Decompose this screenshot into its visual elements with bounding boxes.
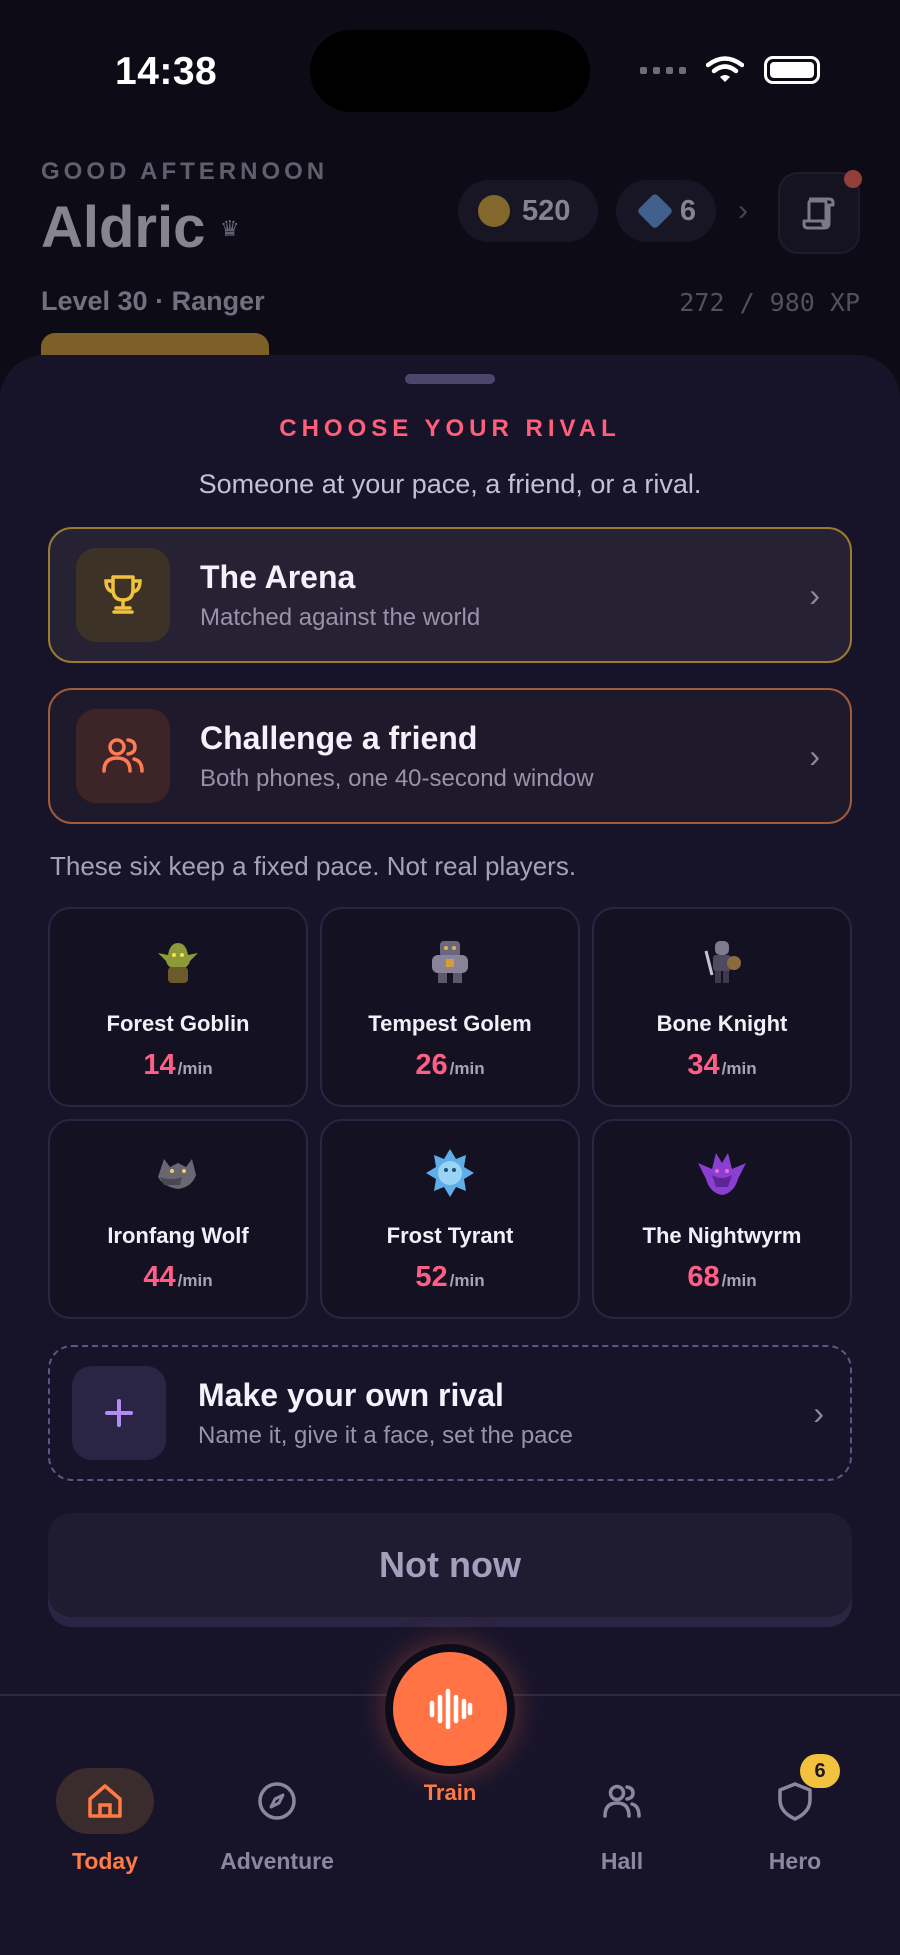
home-header: GOOD AFTERNOON Aldric ♛ Level 30 · Range… xyxy=(0,150,900,373)
rival-card-tempest-golem[interactable]: Tempest Golem 26/min xyxy=(320,907,580,1107)
rival-pace: 44/min xyxy=(143,1261,212,1294)
rival-pace: 14/min xyxy=(143,1049,212,1082)
rival-name: The Nightwyrm xyxy=(642,1223,802,1248)
train-button[interactable] xyxy=(385,1644,515,1774)
tab-label: Train xyxy=(423,1780,477,1805)
rival-pace: 52/min xyxy=(415,1261,484,1294)
xp-text: 272 / 980 XP xyxy=(679,288,860,317)
coin-balance[interactable]: 520 xyxy=(458,180,598,242)
pace-unit: /min xyxy=(177,1059,213,1078)
rival-pace: 34/min xyxy=(687,1049,756,1082)
hero-badge: 6 xyxy=(800,1754,840,1788)
rival-name: Frost Tyrant xyxy=(386,1223,514,1248)
custom-rival-title: Make your own rival xyxy=(198,1376,504,1413)
rival-pace: 26/min xyxy=(415,1049,484,1082)
rival-card-ironfang-wolf[interactable]: Ironfang Wolf 44/min xyxy=(48,1119,308,1319)
rival-name: Ironfang Wolf xyxy=(107,1223,249,1248)
tab-label: Hall xyxy=(600,1848,644,1874)
arena-option[interactable]: The Arena Matched against the world › xyxy=(48,527,852,663)
preset-rivals-grid: Forest Goblin 14/min Tempest Golem 26/mi… xyxy=(48,907,854,1319)
pace-unit: /min xyxy=(721,1271,757,1290)
pace-value: 34 xyxy=(687,1049,720,1081)
battery-icon xyxy=(764,56,820,84)
preset-rivals-note: These six keep a fixed pace. Not real pl… xyxy=(50,851,577,881)
tab-label: Adventure xyxy=(220,1848,334,1874)
rival-card-frost-tyrant[interactable]: Frost Tyrant 52/min xyxy=(320,1119,580,1319)
sheet-subtitle: Someone at your pace, a friend, or a riv… xyxy=(198,469,702,499)
waveform-icon xyxy=(429,1688,473,1730)
rival-name: Tempest Golem xyxy=(368,1011,532,1036)
quest-scroll-button[interactable] xyxy=(778,170,862,254)
rival-name: Forest Goblin xyxy=(106,1011,250,1036)
arena-subtitle: Matched against the world xyxy=(200,603,481,631)
trophy-icon xyxy=(76,548,170,642)
crown-icon: ♛ xyxy=(220,216,240,241)
pace-unit: /min xyxy=(721,1059,757,1078)
pace-value: 26 xyxy=(415,1049,448,1081)
status-icons xyxy=(640,56,820,84)
rival-picker-sheet: CHOOSE YOUR RIVAL Someone at your pace, … xyxy=(0,355,900,1695)
challenge-friend-option[interactable]: Challenge a friend Both phones, one 40-s… xyxy=(48,688,852,824)
greeting-text: GOOD AFTERNOON xyxy=(41,158,329,185)
tab-adventure[interactable]: Adventure xyxy=(192,1768,362,1875)
coin-icon xyxy=(478,195,510,227)
coin-count: 520 xyxy=(522,194,571,227)
tab-hero[interactable]: 6 Hero xyxy=(710,1754,880,1875)
tab-train[interactable]: Train xyxy=(383,1644,517,1806)
gem-icon xyxy=(636,192,674,230)
chevron-right-icon: › xyxy=(809,737,820,774)
friend-title: Challenge a friend xyxy=(200,719,478,756)
gem-count: 6 xyxy=(679,194,696,227)
goblin-avatar xyxy=(148,931,208,991)
knight-avatar xyxy=(692,931,752,991)
tab-label: Hero xyxy=(768,1848,822,1874)
rival-card-the-nightwyrm[interactable]: The Nightwyrm 68/min xyxy=(592,1119,852,1319)
nightwyrm-avatar xyxy=(692,1143,752,1203)
friends-icon xyxy=(76,709,170,803)
chevron-right-icon[interactable]: › xyxy=(738,194,748,228)
gem-balance[interactable]: 6 xyxy=(616,180,716,242)
frost-tyrant-avatar xyxy=(420,1143,480,1203)
rival-card-forest-goblin[interactable]: Forest Goblin 14/min xyxy=(48,907,308,1107)
tab-hall[interactable]: Hall xyxy=(537,1768,707,1875)
signal-icon xyxy=(640,66,686,74)
pace-unit: /min xyxy=(449,1059,485,1078)
friend-subtitle: Both phones, one 40-second window xyxy=(200,764,594,792)
pace-value: 14 xyxy=(143,1049,176,1081)
home-icon xyxy=(56,1768,154,1834)
tab-label: Today xyxy=(71,1848,139,1874)
compass-icon xyxy=(228,1768,326,1834)
status-time: 14:38 xyxy=(115,50,218,93)
golem-avatar xyxy=(420,931,480,991)
level-text: Level 30 · Ranger xyxy=(41,286,265,316)
arena-title: The Arena xyxy=(200,558,356,595)
pace-value: 52 xyxy=(415,1261,448,1293)
tab-today[interactable]: Today xyxy=(20,1768,190,1875)
custom-rival-subtitle: Name it, give it a face, set the pace xyxy=(198,1421,573,1449)
sheet-eyebrow: CHOOSE YOUR RIVAL xyxy=(279,415,621,442)
scroll-icon xyxy=(802,197,835,230)
wolf-avatar xyxy=(148,1143,208,1203)
rival-pace: 68/min xyxy=(687,1261,756,1294)
dynamic-island xyxy=(310,30,590,112)
rival-name: Bone Knight xyxy=(656,1011,788,1036)
pace-value: 68 xyxy=(687,1261,720,1293)
status-bar: 14:38 xyxy=(0,0,900,150)
notification-dot xyxy=(844,170,862,188)
pace-value: 44 xyxy=(143,1261,176,1293)
chevron-right-icon: › xyxy=(809,576,820,613)
not-now-button[interactable]: Not now xyxy=(48,1513,852,1617)
plus-icon xyxy=(72,1366,166,1460)
pace-unit: /min xyxy=(177,1271,213,1290)
make-own-rival-option[interactable]: Make your own rival Name it, give it a f… xyxy=(48,1345,852,1481)
people-icon xyxy=(573,1768,671,1834)
sheet-grabber[interactable] xyxy=(405,374,495,384)
pace-unit: /min xyxy=(449,1271,485,1290)
chevron-right-icon: › xyxy=(813,1394,824,1431)
rival-card-bone-knight[interactable]: Bone Knight 34/min xyxy=(592,907,852,1107)
wifi-icon xyxy=(706,56,744,82)
player-name: Aldric xyxy=(41,195,206,260)
